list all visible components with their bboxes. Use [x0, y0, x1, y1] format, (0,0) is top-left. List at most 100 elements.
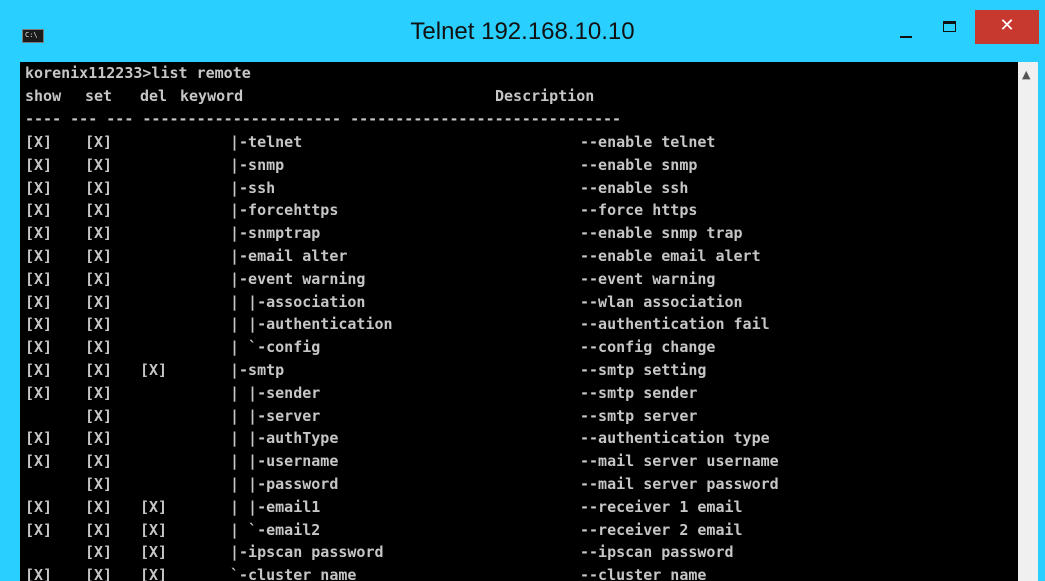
cell-show: [X] — [25, 566, 53, 581]
cell-set: [X] — [85, 201, 113, 220]
cell-keyword: | |-server — [230, 406, 321, 425]
title-bar[interactable]: C:\ Telnet 192.168.10.10 ✕ — [0, 0, 1045, 48]
cell-description: --enable snmp trap — [580, 224, 743, 243]
cell-keyword: |-snmp — [230, 155, 285, 174]
cell-show: [X] — [25, 178, 53, 197]
cell-set: [X] — [85, 338, 113, 357]
cell-show: [X] — [25, 224, 53, 243]
cell-keyword: |-smtp — [230, 361, 285, 379]
cell-set: [X] — [85, 406, 113, 425]
cell-show: [X] — [25, 383, 53, 402]
cell-set: [X] — [85, 361, 113, 379]
cell-description: --cluster name — [580, 566, 707, 581]
prompt-line: korenix112233>list remote — [25, 64, 251, 82]
cell-show: [X] — [25, 315, 53, 334]
cell-show: [X] — [25, 292, 53, 311]
cell-description: --receiver 1 email — [580, 497, 743, 516]
cell-set: [X] — [85, 178, 113, 197]
cell-keyword: |-ssh — [230, 178, 276, 197]
cell-keyword: `-cluster name — [230, 566, 357, 581]
cell-show: [X] — [25, 201, 53, 220]
cell-description: --smtp sender — [580, 383, 698, 402]
cell-show: [X] — [25, 452, 53, 471]
cell-description: --force https — [580, 201, 698, 220]
cell-set: [X] — [85, 452, 113, 471]
cell-keyword: | `-config — [230, 338, 321, 357]
header-show: show — [25, 87, 62, 105]
console-output[interactable]: korenix112233>list remote show set del k… — [20, 62, 1018, 581]
cell-set: [X] — [85, 224, 113, 243]
cell-show: [X] — [25, 269, 53, 288]
cell-description: --enable snmp — [580, 155, 698, 174]
header-set: set — [85, 87, 113, 105]
close-button[interactable]: ✕ — [975, 10, 1039, 44]
cell-keyword: |-telnet — [230, 133, 303, 151]
cell-set: [X] — [85, 155, 113, 174]
cell-keyword: |-snmptrap — [230, 224, 321, 243]
cell-keyword: | |-password — [230, 475, 339, 493]
cell-keyword: | |-sender — [230, 383, 321, 402]
cell-show: [X] — [25, 133, 53, 151]
cell-description: --ipscan password — [580, 543, 734, 562]
cell-show: [X] — [25, 497, 53, 516]
cell-description: --smtp server — [580, 406, 698, 425]
cell-set: [X] — [85, 475, 113, 493]
cell-description: --mail server username — [580, 452, 779, 471]
telnet-window: C:\ Telnet 192.168.10.10 ✕ korenix112233… — [0, 0, 1045, 581]
table-header: show set del keyword Description — [25, 85, 594, 108]
cell-set: [X] — [85, 566, 113, 581]
cell-show: [X] — [25, 520, 53, 539]
cell-set: [X] — [85, 383, 113, 402]
cell-del: [X] — [140, 520, 168, 539]
cell-set: [X] — [85, 269, 113, 288]
cell-keyword: | |-username — [230, 452, 339, 471]
maximize-button[interactable] — [930, 10, 968, 44]
cell-keyword: | `-email2 — [230, 520, 321, 539]
header-del: del — [140, 87, 168, 105]
minimize-button[interactable] — [888, 10, 926, 44]
cell-keyword: | |-association — [230, 292, 366, 311]
maximize-icon — [943, 21, 956, 32]
cell-set: [X] — [85, 292, 113, 311]
cell-del: [X] — [140, 566, 168, 581]
minimize-icon — [900, 36, 912, 38]
cell-description: --enable telnet — [580, 133, 716, 151]
vertical-scrollbar[interactable]: ▲ — [1018, 62, 1038, 581]
cell-show: [X] — [25, 155, 53, 174]
cell-description: --enable email alert — [580, 247, 761, 265]
cell-description: --enable ssh — [580, 178, 689, 197]
close-icon: ✕ — [999, 15, 1015, 36]
cell-keyword: | |-authentication — [230, 315, 393, 334]
cell-description: --event warning — [580, 269, 716, 288]
cell-set: [X] — [85, 315, 113, 334]
cell-keyword: |-forcehttps — [230, 201, 339, 220]
header-separator: ---- --- --- ---------------------- ----… — [25, 110, 622, 128]
cell-set: [X] — [85, 497, 113, 516]
cell-description: --authentication type — [580, 429, 770, 448]
cell-show: [X] — [25, 429, 53, 448]
cell-keyword: |-email alter — [230, 247, 348, 265]
cell-keyword: | |-authType — [230, 429, 339, 448]
cell-del: [X] — [140, 361, 168, 379]
cell-set: [X] — [85, 247, 113, 265]
cell-description: --receiver 2 email — [580, 520, 743, 539]
cell-set: [X] — [85, 520, 113, 539]
cell-set: [X] — [85, 543, 113, 562]
cell-description: --mail server password — [580, 475, 779, 493]
cell-set: [X] — [85, 429, 113, 448]
cell-keyword: |-ipscan password — [230, 543, 384, 562]
header-description: Description — [495, 87, 595, 105]
cell-description: --wlan association — [580, 292, 743, 311]
cell-keyword: | |-email1 — [230, 497, 321, 516]
cell-set: [X] — [85, 133, 113, 151]
header-keyword: keyword — [180, 87, 244, 105]
scroll-up-arrow-icon[interactable]: ▲ — [1022, 69, 1030, 80]
cell-show: [X] — [25, 338, 53, 357]
cell-del: [X] — [140, 543, 168, 562]
cell-description: --smtp setting — [580, 361, 707, 379]
cell-show: [X] — [25, 247, 53, 265]
cell-keyword: |-event warning — [230, 269, 366, 288]
cell-description: --authentication fail — [580, 315, 770, 334]
cell-show: [X] — [25, 361, 53, 379]
cell-description: --config change — [580, 338, 716, 357]
